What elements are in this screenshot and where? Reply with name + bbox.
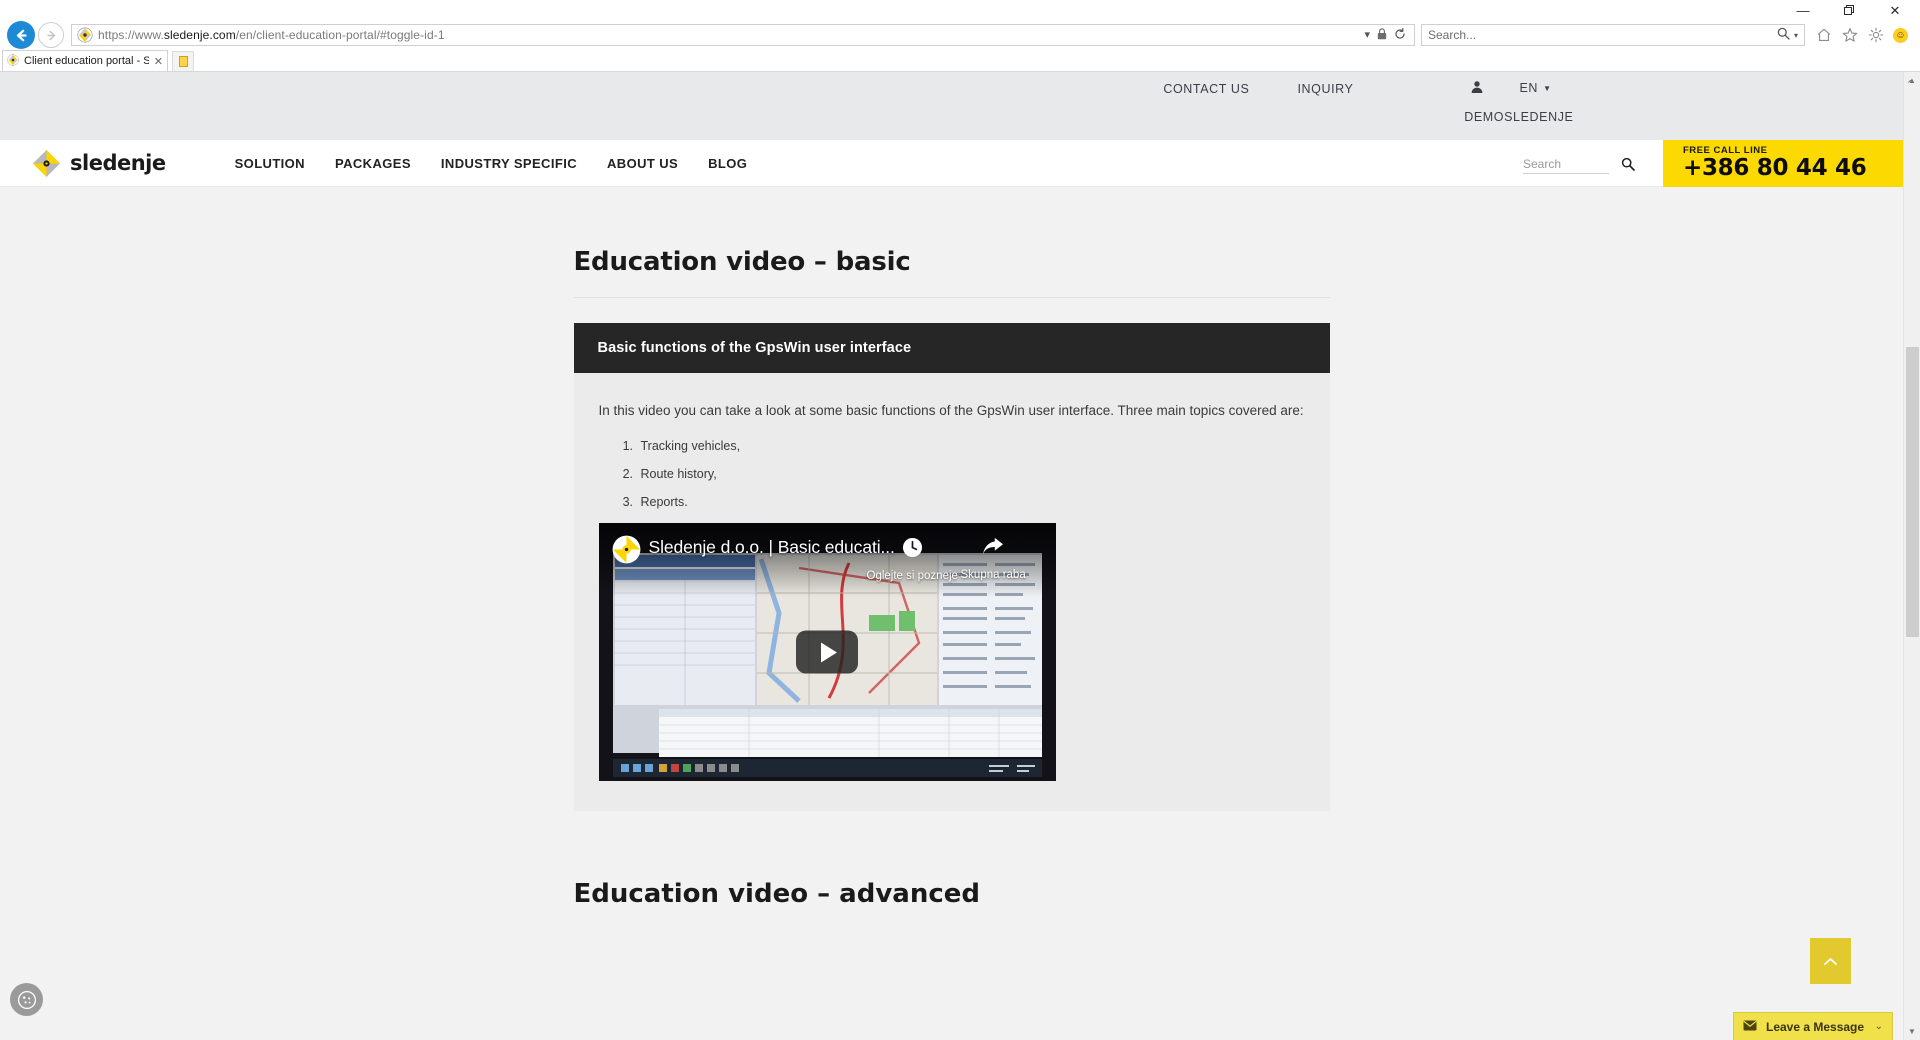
browser-window: — ✕ https://www.sledenje.com/en/client-e… — [0, 0, 1920, 1040]
nav-item-solution[interactable]: SOLUTION — [220, 156, 320, 171]
browser-search-box[interactable]: Search... ▾ — [1421, 24, 1805, 46]
clock-icon — [902, 538, 922, 558]
video-play-button[interactable] — [796, 630, 858, 674]
back-button[interactable] — [7, 21, 35, 49]
topics-list: Tracking vehicles, Route history, Report… — [637, 439, 1305, 509]
new-tab-button[interactable] — [172, 51, 194, 71]
gear-icon[interactable] — [1867, 27, 1884, 44]
nav-item-packages[interactable]: PACKAGES — [320, 156, 426, 171]
language-label: EN — [1519, 81, 1539, 95]
site-search-input[interactable]: Search — [1523, 157, 1609, 174]
window-maximize-button[interactable] — [1826, 0, 1872, 21]
home-icon[interactable] — [1815, 27, 1832, 44]
smiley-feedback-icon[interactable]: ☺ — [1893, 27, 1908, 43]
list-item: Tracking vehicles, — [637, 439, 1305, 453]
forward-arrow-icon — [46, 30, 55, 40]
tab-title: Client education portal - Sl... — [24, 55, 149, 67]
nav-item-industry-specific[interactable]: INDUSTRY SPECIFIC — [426, 156, 592, 171]
scroll-down-arrow-icon[interactable]: ▼ — [1904, 1023, 1920, 1040]
topbar-link-contact-us[interactable]: CONTACT US — [1163, 82, 1249, 96]
window-minimize-button[interactable]: — — [1780, 0, 1826, 21]
chevron-down-icon: ▼ — [1543, 83, 1552, 93]
tab-favicon-icon — [7, 53, 19, 69]
site-logo[interactable]: sledenje — [0, 140, 176, 186]
page-scroll-area: CONTACT US INQUIRY EN ▼ DEMOSLEDENJE sle… — [0, 72, 1903, 1040]
topbar-link-demo[interactable]: DEMOSLEDENJE — [1464, 110, 1573, 124]
free-call-line-box[interactable]: FREE CALL LINE +386 80 44 46 — [1663, 140, 1903, 187]
url-domain: sledenje.com — [163, 28, 236, 42]
search-dropdown-caret-icon[interactable]: ▾ — [1794, 31, 1798, 40]
chevron-down-icon[interactable]: ⌄ — [1875, 1021, 1883, 1032]
address-dropdown-caret-icon[interactable]: ▾ — [1364, 29, 1370, 41]
browser-search-input[interactable]: Search... — [1428, 28, 1777, 42]
site-favicon-icon — [77, 27, 93, 43]
watch-later-button[interactable]: Oglejte si pozneje — [867, 537, 958, 582]
free-call-line-number: +386 80 44 46 — [1683, 155, 1867, 181]
address-bar[interactable]: https://www.sledenje.com/en/client-educa… — [71, 24, 1415, 46]
lock-icon[interactable] — [1377, 27, 1387, 43]
favorites-star-icon[interactable] — [1841, 27, 1858, 44]
play-icon — [820, 642, 837, 663]
window-close-button[interactable]: ✕ — [1872, 0, 1918, 21]
chevron-up-icon — [1824, 957, 1837, 965]
card-intro-text: In this video you can take a look at som… — [598, 403, 1304, 418]
main-navigation: SOLUTION PACKAGES INDUSTRY SPECIFIC ABOU… — [220, 140, 763, 186]
share-button[interactable]: Skupna raba — [961, 537, 1026, 581]
topbar-link-inquiry[interactable]: INQUIRY — [1297, 82, 1353, 96]
user-icon — [1471, 81, 1482, 93]
page-scrollbar[interactable]: ▲ ▼ — [1903, 72, 1920, 1040]
site-header: sledenje SOLUTION PACKAGES INDUSTRY SPEC… — [0, 140, 1903, 187]
toggle-card-body: In this video you can take a look at som… — [573, 373, 1330, 812]
sledenje-channel-icon[interactable] — [612, 535, 641, 564]
url-protocol: https://www. — [98, 28, 164, 42]
list-item: Route history, — [637, 467, 1305, 481]
topbar-links: CONTACT US INQUIRY — [1163, 82, 1353, 96]
site-logo-text: sledenje — [70, 151, 166, 175]
scrollbar-thumb[interactable] — [1906, 347, 1919, 637]
nav-item-about-us[interactable]: ABOUT US — [592, 156, 693, 171]
list-item: Reports. — [637, 495, 1305, 509]
page-content: Education video – basic Basic functions … — [0, 187, 1903, 909]
page-viewport: CONTACT US INQUIRY EN ▼ DEMOSLEDENJE sle… — [0, 72, 1920, 1040]
user-account-button[interactable] — [1470, 80, 1484, 99]
nav-item-blog[interactable]: BLOG — [693, 156, 762, 171]
search-icon[interactable] — [1621, 157, 1635, 174]
watch-later-label: Oglejte si pozneje — [866, 570, 958, 583]
share-label: Skupna raba — [960, 569, 1026, 582]
site-topbar: CONTACT US INQUIRY EN ▼ DEMOSLEDENJE — [0, 72, 1903, 140]
page-title: Education video – basic — [573, 247, 1330, 298]
toggle-card-header[interactable]: Basic functions of the GpsWin user inter… — [573, 323, 1330, 373]
url-path: /en/client-education-portal/#toggle-id-1 — [235, 28, 445, 42]
language-selector[interactable]: EN ▼ — [1520, 81, 1552, 95]
youtube-video-embed[interactable]: Sledenje d.o.o. | Basic educati... Oglej… — [598, 523, 1056, 782]
refresh-icon[interactable] — [1394, 27, 1406, 43]
cookie-icon — [17, 990, 36, 1009]
site-search: Search — [1523, 157, 1635, 174]
sledenje-logo-icon — [32, 149, 61, 178]
back-arrow-icon — [16, 29, 27, 41]
forward-button[interactable] — [38, 22, 64, 48]
browser-tab[interactable]: Client education portal - Sl... ✕ — [2, 50, 168, 71]
search-icon[interactable] — [1777, 27, 1790, 43]
leave-a-message-widget[interactable]: Leave a Message ⌄ — [1733, 1012, 1893, 1040]
tab-close-icon[interactable]: ✕ — [154, 55, 163, 68]
browser-navigation-bar: https://www.sledenje.com/en/client-educa… — [0, 21, 1920, 49]
envelope-icon — [1743, 1020, 1757, 1034]
video-title[interactable]: Sledenje d.o.o. | Basic educati... — [649, 537, 895, 558]
cookie-settings-button[interactable] — [10, 983, 43, 1016]
back-to-top-button[interactable] — [1810, 938, 1851, 984]
new-tab-icon — [178, 56, 188, 67]
page-subtitle-advanced: Education video – advanced — [573, 879, 981, 910]
leave-a-message-label: Leave a Message — [1766, 1019, 1865, 1034]
share-arrow-icon — [983, 538, 1004, 555]
browser-toolbar-icons: ☺ — [1805, 27, 1916, 44]
toggle-card-basic: Basic functions of the GpsWin user inter… — [573, 323, 1330, 812]
address-bar-url: https://www.sledenje.com/en/client-educa… — [98, 28, 1359, 42]
maximize-icon — [1843, 5, 1854, 15]
browser-titlebar: — ✕ — [0, 0, 1920, 21]
page-collapse-chevron-icon[interactable]: ⌃ — [1906, 78, 1915, 91]
browser-tabstrip: Client education portal - Sl... ✕ — [0, 49, 1920, 72]
